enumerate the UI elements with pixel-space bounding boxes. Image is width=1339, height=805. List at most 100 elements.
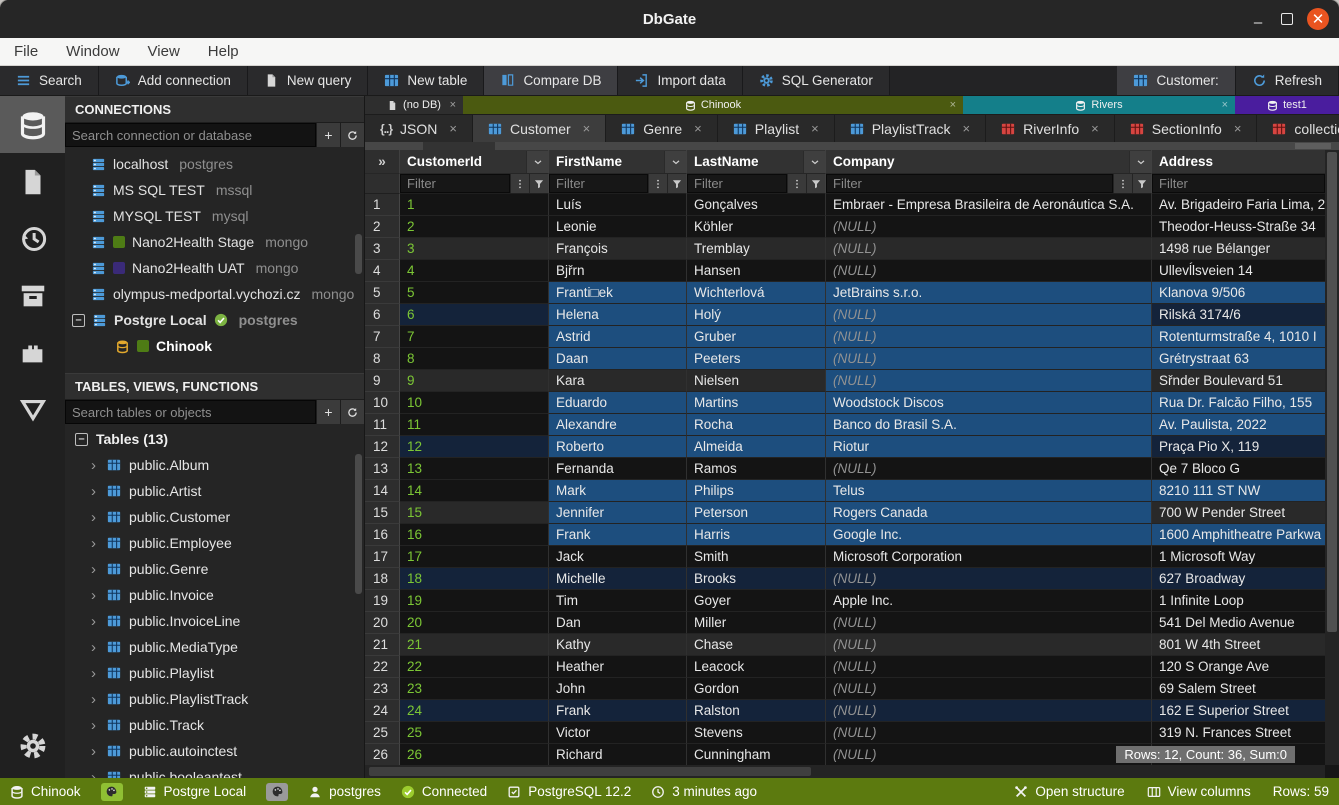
vertical-scrollbar-thumb[interactable] bbox=[1327, 152, 1337, 632]
db-tab-no-db[interactable]: (no DB)× bbox=[365, 96, 463, 114]
status-postgre-local[interactable]: Postgre Local bbox=[143, 784, 247, 799]
close-tab-icon[interactable]: × bbox=[1091, 121, 1099, 136]
filter-input-address[interactable] bbox=[1152, 174, 1325, 193]
row-number[interactable]: 5 bbox=[365, 282, 400, 304]
cell-company[interactable]: Rogers Canada bbox=[826, 502, 1152, 524]
cell-lastname[interactable]: Almeida bbox=[687, 436, 826, 458]
collapse-icon[interactable]: – bbox=[75, 433, 88, 446]
row-number[interactable]: 9 bbox=[365, 370, 400, 392]
close-tab-icon[interactable]: × bbox=[449, 121, 457, 136]
table-row[interactable]: 1919TimGoyerApple Inc.1 Infinite Loop bbox=[365, 590, 1325, 612]
rail-query-designer[interactable] bbox=[0, 381, 65, 438]
menu-view[interactable]: View bbox=[148, 43, 180, 60]
table-public-booleantest[interactable]: ›public.booleantest bbox=[65, 764, 364, 778]
cell-customerid[interactable]: 19 bbox=[400, 590, 549, 612]
filter-input-company[interactable] bbox=[826, 174, 1113, 193]
row-number[interactable]: 19 bbox=[365, 590, 400, 612]
expand-all-header-cell[interactable]: » bbox=[365, 150, 400, 174]
palette-icon[interactable] bbox=[101, 783, 123, 801]
table-public-invoice[interactable]: ›public.Invoice bbox=[65, 582, 364, 608]
cell-customerid[interactable]: 21 bbox=[400, 634, 549, 656]
cell-company[interactable]: (NULL) bbox=[826, 722, 1152, 744]
filter-funnel-button[interactable] bbox=[1132, 174, 1151, 193]
chevron-right-icon[interactable]: › bbox=[91, 691, 99, 708]
cell-firstname[interactable]: Dan bbox=[549, 612, 687, 634]
status-color-chip[interactable] bbox=[266, 783, 288, 801]
cell-firstname[interactable]: Mark bbox=[549, 480, 687, 502]
cell-firstname[interactable]: Heather bbox=[549, 656, 687, 678]
table-row[interactable]: 1212RobertoAlmeidaRioturPraça Pio X, 119 bbox=[365, 436, 1325, 458]
column-header-company[interactable]: Company bbox=[826, 150, 1152, 174]
filter-funnel-button[interactable] bbox=[806, 174, 825, 193]
chevron-right-icon[interactable]: › bbox=[91, 613, 99, 630]
table-row[interactable]: 2222HeatherLeacock(NULL)120 S Orange Ave bbox=[365, 656, 1325, 678]
close-tab-icon[interactable]: × bbox=[950, 99, 956, 111]
connection-nano2health-uat[interactable]: Nano2Health UATmongo bbox=[65, 255, 364, 281]
add-table-small-button[interactable]: + bbox=[316, 400, 340, 424]
toolbar-add-connection-button[interactable]: Add connection bbox=[99, 66, 248, 95]
chevron-right-icon[interactable]: › bbox=[91, 561, 99, 578]
table-row[interactable]: 2323JohnGordon(NULL)69 Salem Street bbox=[365, 678, 1325, 700]
cell-customerid[interactable]: 9 bbox=[400, 370, 549, 392]
row-number[interactable]: 15 bbox=[365, 502, 400, 524]
cell-customerid[interactable]: 7 bbox=[400, 326, 549, 348]
table-row[interactable]: 55Franti□ekWichterlováJetBrains s.r.o.Kl… bbox=[365, 282, 1325, 304]
table-public-customer[interactable]: ›public.Customer bbox=[65, 504, 364, 530]
row-number[interactable]: 6 bbox=[365, 304, 400, 326]
cell-company[interactable]: Woodstock Discos bbox=[826, 392, 1152, 414]
row-number[interactable]: 10 bbox=[365, 392, 400, 414]
cell-address[interactable]: 319 N. Frances Street bbox=[1152, 722, 1325, 744]
toolbar-import-data-button[interactable]: Import data bbox=[618, 66, 742, 95]
column-menu-chevron[interactable] bbox=[526, 151, 548, 173]
table-public-artist[interactable]: ›public.Artist bbox=[65, 478, 364, 504]
cell-firstname[interactable]: Helena bbox=[549, 304, 687, 326]
cell-company[interactable]: (NULL) bbox=[826, 326, 1152, 348]
database-chinook[interactable]: Chinook bbox=[65, 333, 364, 359]
cell-company[interactable]: Embraer - Empresa Brasileira de Aeronáut… bbox=[826, 194, 1152, 216]
row-number[interactable]: 24 bbox=[365, 700, 400, 722]
rail-history[interactable] bbox=[0, 210, 65, 267]
horizontal-scrollbar-thumb[interactable] bbox=[369, 767, 811, 776]
cell-company[interactable]: (NULL) bbox=[826, 634, 1152, 656]
close-tab-icon[interactable]: × bbox=[694, 121, 702, 136]
vertical-scrollbar[interactable] bbox=[1325, 150, 1339, 765]
tab-playlisttrack[interactable]: PlaylistTrack× bbox=[835, 115, 986, 142]
connection-olympus-medportal-vychozi-cz[interactable]: olympus-medportal.vychozi.czmongo bbox=[65, 281, 364, 307]
filter-input-firstname[interactable] bbox=[549, 174, 648, 193]
toolbar-refresh-button[interactable]: Refresh bbox=[1236, 66, 1339, 95]
tab-playlist[interactable]: Playlist× bbox=[718, 115, 835, 142]
cell-firstname[interactable]: Eduardo bbox=[549, 392, 687, 414]
cell-company[interactable]: (NULL) bbox=[826, 304, 1152, 326]
cell-lastname[interactable]: Stevens bbox=[687, 722, 826, 744]
cell-lastname[interactable]: Martins bbox=[687, 392, 826, 414]
cell-lastname[interactable]: Miller bbox=[687, 612, 826, 634]
cell-customerid[interactable]: 3 bbox=[400, 238, 549, 260]
toolbar-sql-generator-button[interactable]: SQL Generator bbox=[743, 66, 890, 95]
column-header-lastname[interactable]: LastName bbox=[687, 150, 826, 174]
menu-help[interactable]: Help bbox=[208, 43, 239, 60]
cell-company[interactable]: Microsoft Corporation bbox=[826, 546, 1152, 568]
cell-company[interactable]: (NULL) bbox=[826, 612, 1152, 634]
cell-lastname[interactable]: Gruber bbox=[687, 326, 826, 348]
cell-customerid[interactable]: 13 bbox=[400, 458, 549, 480]
cell-lastname[interactable]: Holý bbox=[687, 304, 826, 326]
cell-address[interactable]: Theodor-Heuss-Straße 34 bbox=[1152, 216, 1325, 238]
connection-mysql-test[interactable]: MYSQL TESTmysql bbox=[65, 203, 364, 229]
rail-connections[interactable] bbox=[0, 96, 65, 153]
rail-plugins[interactable] bbox=[0, 324, 65, 381]
cell-lastname[interactable]: Brooks bbox=[687, 568, 826, 590]
cell-firstname[interactable]: Michelle bbox=[549, 568, 687, 590]
chevron-right-icon[interactable]: › bbox=[91, 483, 99, 500]
row-number[interactable]: 17 bbox=[365, 546, 400, 568]
table-row[interactable]: 1414MarkPhilipsTelus8210 111 ST NW bbox=[365, 480, 1325, 502]
status-rows-59[interactable]: Rows: 59 bbox=[1273, 784, 1329, 799]
cell-lastname[interactable]: Peterson bbox=[687, 502, 826, 524]
cell-lastname[interactable]: Cunningham bbox=[687, 744, 826, 765]
chevron-right-icon[interactable]: › bbox=[91, 457, 99, 474]
cell-firstname[interactable]: Daan bbox=[549, 348, 687, 370]
cell-address[interactable]: 1600 Amphitheatre Parkwa bbox=[1152, 524, 1325, 546]
toolbar-search-button[interactable]: Search bbox=[0, 66, 99, 95]
chevron-right-icon[interactable]: › bbox=[91, 639, 99, 656]
cell-company[interactable]: JetBrains s.r.o. bbox=[826, 282, 1152, 304]
table-row[interactable]: 1616FrankHarrisGoogle Inc.1600 Amphithea… bbox=[365, 524, 1325, 546]
